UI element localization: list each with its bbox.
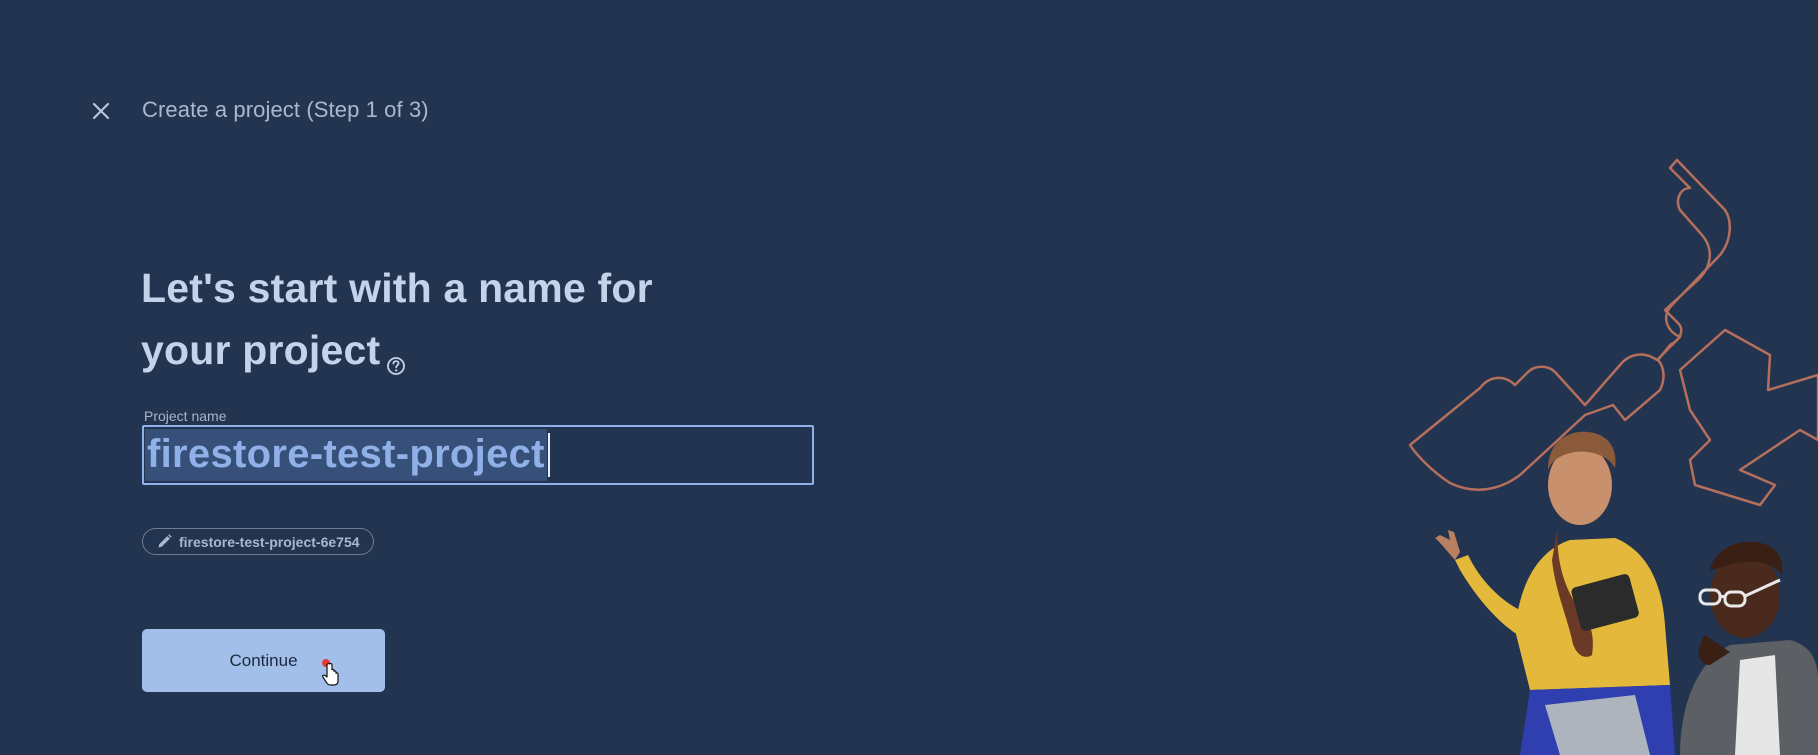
close-button[interactable] — [86, 96, 116, 126]
continue-button-label: Continue — [229, 650, 298, 670]
project-name-label: Project name — [144, 408, 227, 424]
project-name-value: firestore-test-project — [145, 429, 547, 481]
heading-line-1: Let's start with a name for — [141, 265, 653, 311]
heading-line-2: your project — [141, 327, 381, 373]
person-with-glasses — [1680, 541, 1818, 755]
close-icon — [92, 102, 110, 120]
decorative-illustration — [1408, 158, 1818, 755]
main-heading: Let's start with a name for your project — [141, 257, 701, 381]
text-caret — [547, 433, 550, 477]
pencil-icon — [158, 534, 172, 548]
page-title: Create a project (Step 1 of 3) — [142, 97, 429, 122]
decorative-outline-shape-2 — [1678, 328, 1818, 507]
continue-button[interactable]: Continue — [142, 629, 385, 692]
project-id-chip[interactable]: firestore-test-project-6e754 — [142, 528, 374, 555]
project-name-input[interactable]: firestore-test-project — [142, 425, 814, 485]
help-circle-icon[interactable] — [386, 331, 406, 375]
person-yellow-sweater — [1435, 431, 1675, 755]
project-id-text: firestore-test-project-6e754 — [179, 533, 360, 550]
